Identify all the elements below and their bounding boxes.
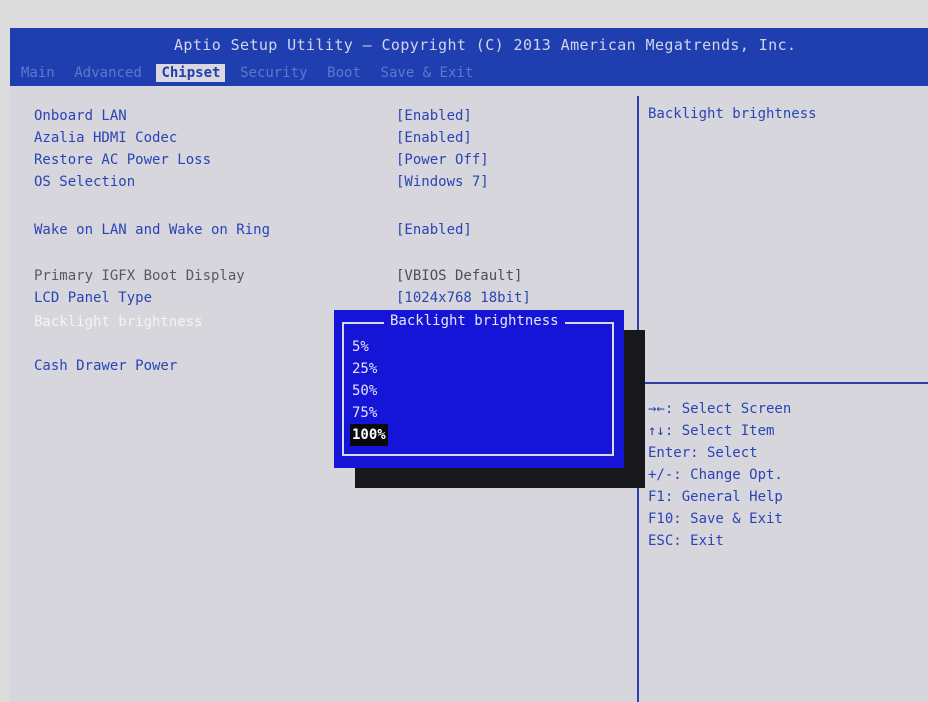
option-5-percent[interactable]: 5% bbox=[350, 336, 388, 358]
setting-value: [Enabled] bbox=[396, 130, 472, 146]
key-select-screen: →←: Select Screen bbox=[648, 401, 792, 417]
setting-value: [1024x768 18bit] bbox=[396, 290, 531, 306]
backlight-brightness-popup: Backlight brightness 5% 25% 50% 75% 100% bbox=[334, 310, 624, 468]
option-100-percent[interactable]: 100% bbox=[350, 424, 388, 446]
setting-label: Backlight brightness bbox=[34, 314, 203, 330]
setting-label: OS Selection bbox=[34, 174, 136, 190]
option-25-percent[interactable]: 25% bbox=[350, 358, 388, 380]
setting-value: [Enabled] bbox=[396, 108, 472, 124]
setting-label: Wake on LAN and Wake on Ring bbox=[34, 222, 271, 238]
key-legend: →←: Select Screen ↑↓: Select Item Enter:… bbox=[648, 398, 791, 552]
setting-value: [VBIOS Default] bbox=[396, 268, 523, 284]
tab-save-exit[interactable]: Save & Exit bbox=[376, 64, 479, 82]
bios-header: Aptio Setup Utility – Copyright (C) 2013… bbox=[10, 28, 928, 86]
setting-label: Cash Drawer Power bbox=[34, 358, 178, 374]
option-75-percent[interactable]: 75% bbox=[350, 402, 388, 424]
setting-label: LCD Panel Type bbox=[34, 290, 153, 306]
tab-boot[interactable]: Boot bbox=[322, 64, 366, 82]
setting-azalia-hdmi-codec[interactable]: Azalia HDMI Codec [Enabled] bbox=[34, 130, 614, 152]
key-esc-exit: ESC: Exit bbox=[648, 533, 724, 549]
setting-label: Azalia HDMI Codec bbox=[34, 130, 178, 146]
setting-wake-on-lan[interactable]: Wake on LAN and Wake on Ring [Enabled] bbox=[34, 222, 614, 244]
popup-option-list: 5% 25% 50% 75% 100% bbox=[350, 336, 388, 446]
key-general-help: F1: General Help bbox=[648, 489, 783, 505]
setting-label: Primary IGFX Boot Display bbox=[34, 268, 245, 284]
tab-bar: Main Advanced Chipset Security Boot Save… bbox=[16, 62, 478, 82]
setting-label: Onboard LAN bbox=[34, 108, 127, 124]
tab-main[interactable]: Main bbox=[16, 64, 60, 82]
setting-lcd-panel-type[interactable]: LCD Panel Type [1024x768 18bit] bbox=[34, 290, 614, 312]
setting-value: [Windows 7] bbox=[396, 174, 489, 190]
bios-title: Aptio Setup Utility – Copyright (C) 2013… bbox=[174, 36, 797, 54]
setting-primary-igfx-boot-display[interactable]: Primary IGFX Boot Display [VBIOS Default… bbox=[34, 268, 614, 290]
setting-value: [Enabled] bbox=[396, 222, 472, 238]
help-divider bbox=[640, 382, 928, 384]
setting-label: Restore AC Power Loss bbox=[34, 152, 212, 168]
tab-chipset[interactable]: Chipset bbox=[156, 64, 226, 82]
key-enter: Enter: Select bbox=[648, 445, 758, 461]
tab-security[interactable]: Security bbox=[235, 64, 312, 82]
setting-value: [Power Off] bbox=[396, 152, 489, 168]
bios-screen: Aptio Setup Utility – Copyright (C) 2013… bbox=[0, 0, 928, 702]
setting-restore-ac-power-loss[interactable]: Restore AC Power Loss [Power Off] bbox=[34, 152, 614, 174]
popup-title: Backlight brightness bbox=[384, 313, 565, 329]
key-save-exit: F10: Save & Exit bbox=[648, 511, 783, 527]
setting-os-selection[interactable]: OS Selection [Windows 7] bbox=[34, 174, 614, 196]
help-pane: Backlight brightness →←: Select Screen ↑… bbox=[640, 86, 928, 700]
key-select-item: ↑↓: Select Item bbox=[648, 423, 775, 439]
tab-advanced[interactable]: Advanced bbox=[69, 64, 146, 82]
option-50-percent[interactable]: 50% bbox=[350, 380, 388, 402]
key-change-opt: +/-: Change Opt. bbox=[648, 467, 783, 483]
help-description: Backlight brightness bbox=[648, 106, 817, 122]
setting-onboard-lan[interactable]: Onboard LAN [Enabled] bbox=[34, 108, 614, 130]
